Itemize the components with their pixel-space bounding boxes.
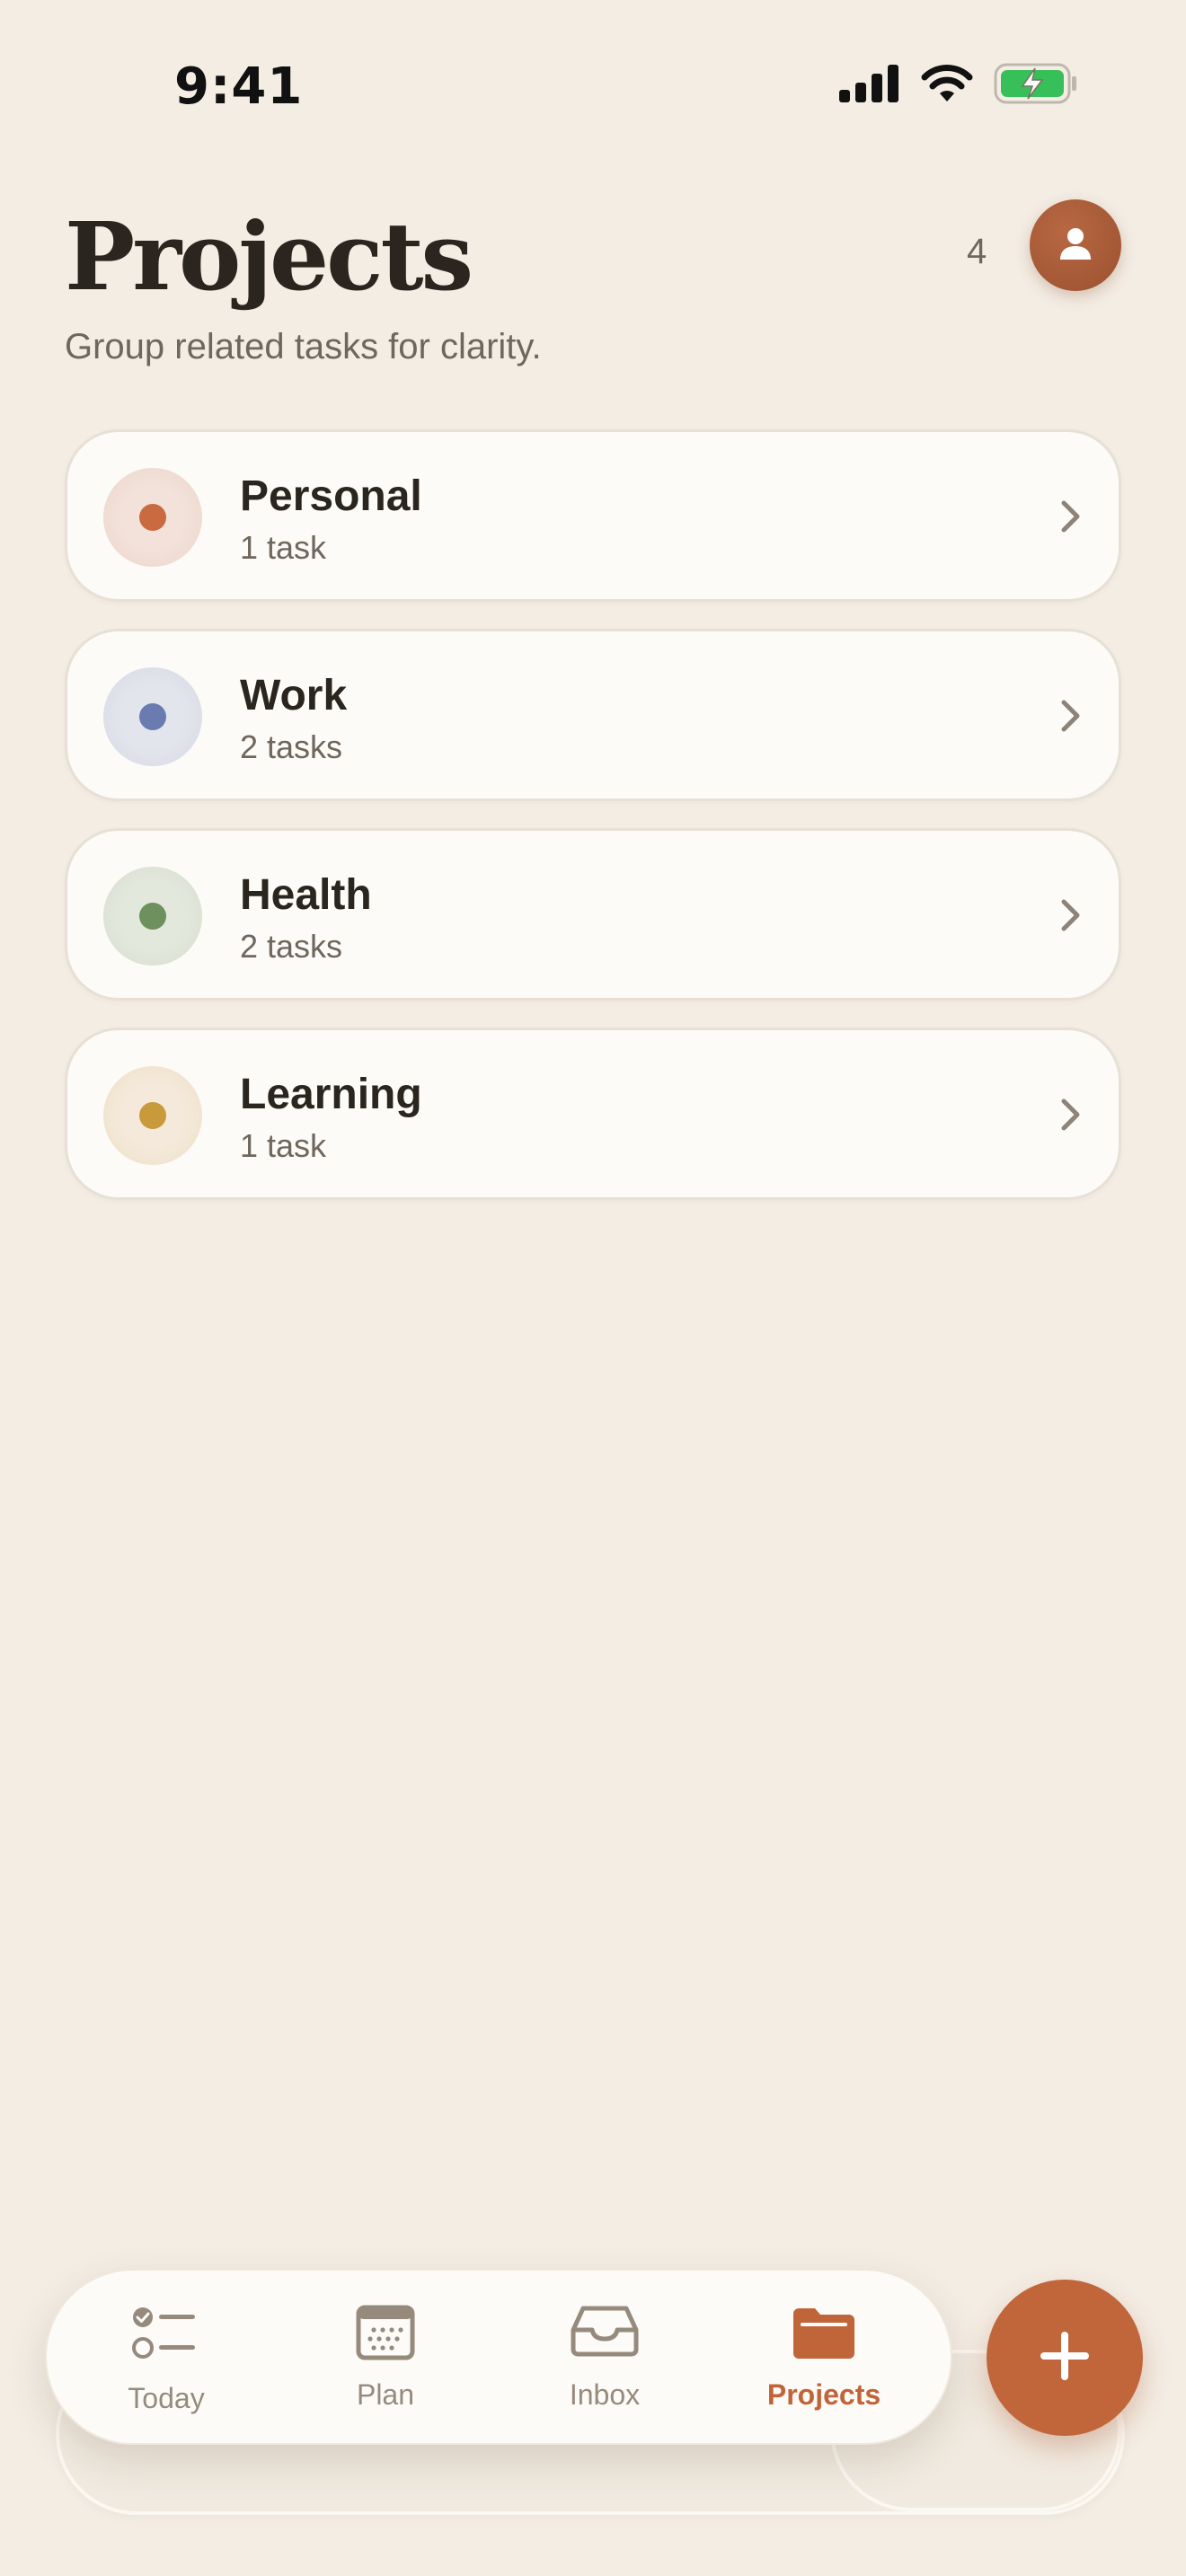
tab-label: Projects: [766, 2378, 881, 2411]
tab-projects[interactable]: Projects: [725, 2271, 923, 2447]
project-card-work[interactable]: Work 2 tasks: [65, 629, 1121, 801]
project-card-learning[interactable]: Learning 1 task: [65, 1028, 1121, 1200]
project-color-dot: [139, 703, 166, 730]
page-title: Projects: [65, 201, 474, 312]
project-task-count: 1 task: [240, 529, 327, 566]
chevron-right-icon: [1059, 498, 1083, 539]
checklist-icon: [130, 2305, 202, 2369]
tab-today[interactable]: Today: [67, 2271, 265, 2447]
project-color-dot: [139, 1102, 166, 1129]
chevron-right-icon: [1059, 897, 1083, 938]
inbox-icon: [571, 2305, 639, 2361]
projects-screen: 9:41 Projects Group related tasks for cl…: [0, 0, 1186, 2576]
add-button[interactable]: [987, 2280, 1143, 2436]
project-color-ring: [103, 867, 202, 966]
person-icon: [1056, 224, 1095, 268]
project-color-dot: [139, 903, 166, 930]
project-card-health[interactable]: Health 2 tasks: [65, 828, 1121, 1001]
tab-label: Today: [128, 2382, 205, 2414]
cellular-signal-icon: [839, 65, 900, 107]
folder-icon: [791, 2305, 857, 2365]
tab-inbox[interactable]: Inbox: [506, 2271, 704, 2447]
plus-icon: [1037, 2328, 1093, 2388]
status-time: 9:41: [174, 57, 304, 116]
avatar[interactable]: [1030, 199, 1121, 291]
status-bar: 9:41: [0, 0, 1186, 171]
project-card-personal[interactable]: Personal 1 task: [65, 429, 1121, 602]
chevron-right-icon: [1059, 1097, 1083, 1137]
chevron-right-icon: [1059, 698, 1083, 738]
project-name: Health: [240, 871, 372, 919]
page-subtitle: Group related tasks for clarity.: [65, 327, 542, 366]
project-task-count: 2 tasks: [240, 728, 343, 765]
project-list: Personal 1 task Work 2 tasks Health 2 ta…: [65, 429, 1121, 1227]
project-color-ring: [103, 1066, 202, 1165]
bottom-tab-bar: Today Plan Inbox Projects: [45, 2269, 952, 2445]
project-color-dot: [139, 504, 166, 531]
tab-plan[interactable]: Plan: [287, 2271, 484, 2447]
tab-label: Plan: [356, 2378, 415, 2411]
project-count: 4: [967, 232, 987, 271]
project-color-ring: [103, 667, 202, 766]
wifi-icon: [920, 64, 974, 108]
project-task-count: 1 task: [240, 1127, 327, 1164]
calendar-icon: [356, 2305, 415, 2365]
tab-label: Inbox: [569, 2378, 641, 2411]
status-icons: [839, 63, 1078, 109]
battery-charging-icon: [994, 63, 1078, 109]
project-color-ring: [103, 468, 202, 567]
project-name: Personal: [240, 472, 422, 520]
project-name: Learning: [240, 1071, 422, 1118]
project-task-count: 2 tasks: [240, 928, 343, 965]
project-name: Work: [240, 672, 348, 719]
